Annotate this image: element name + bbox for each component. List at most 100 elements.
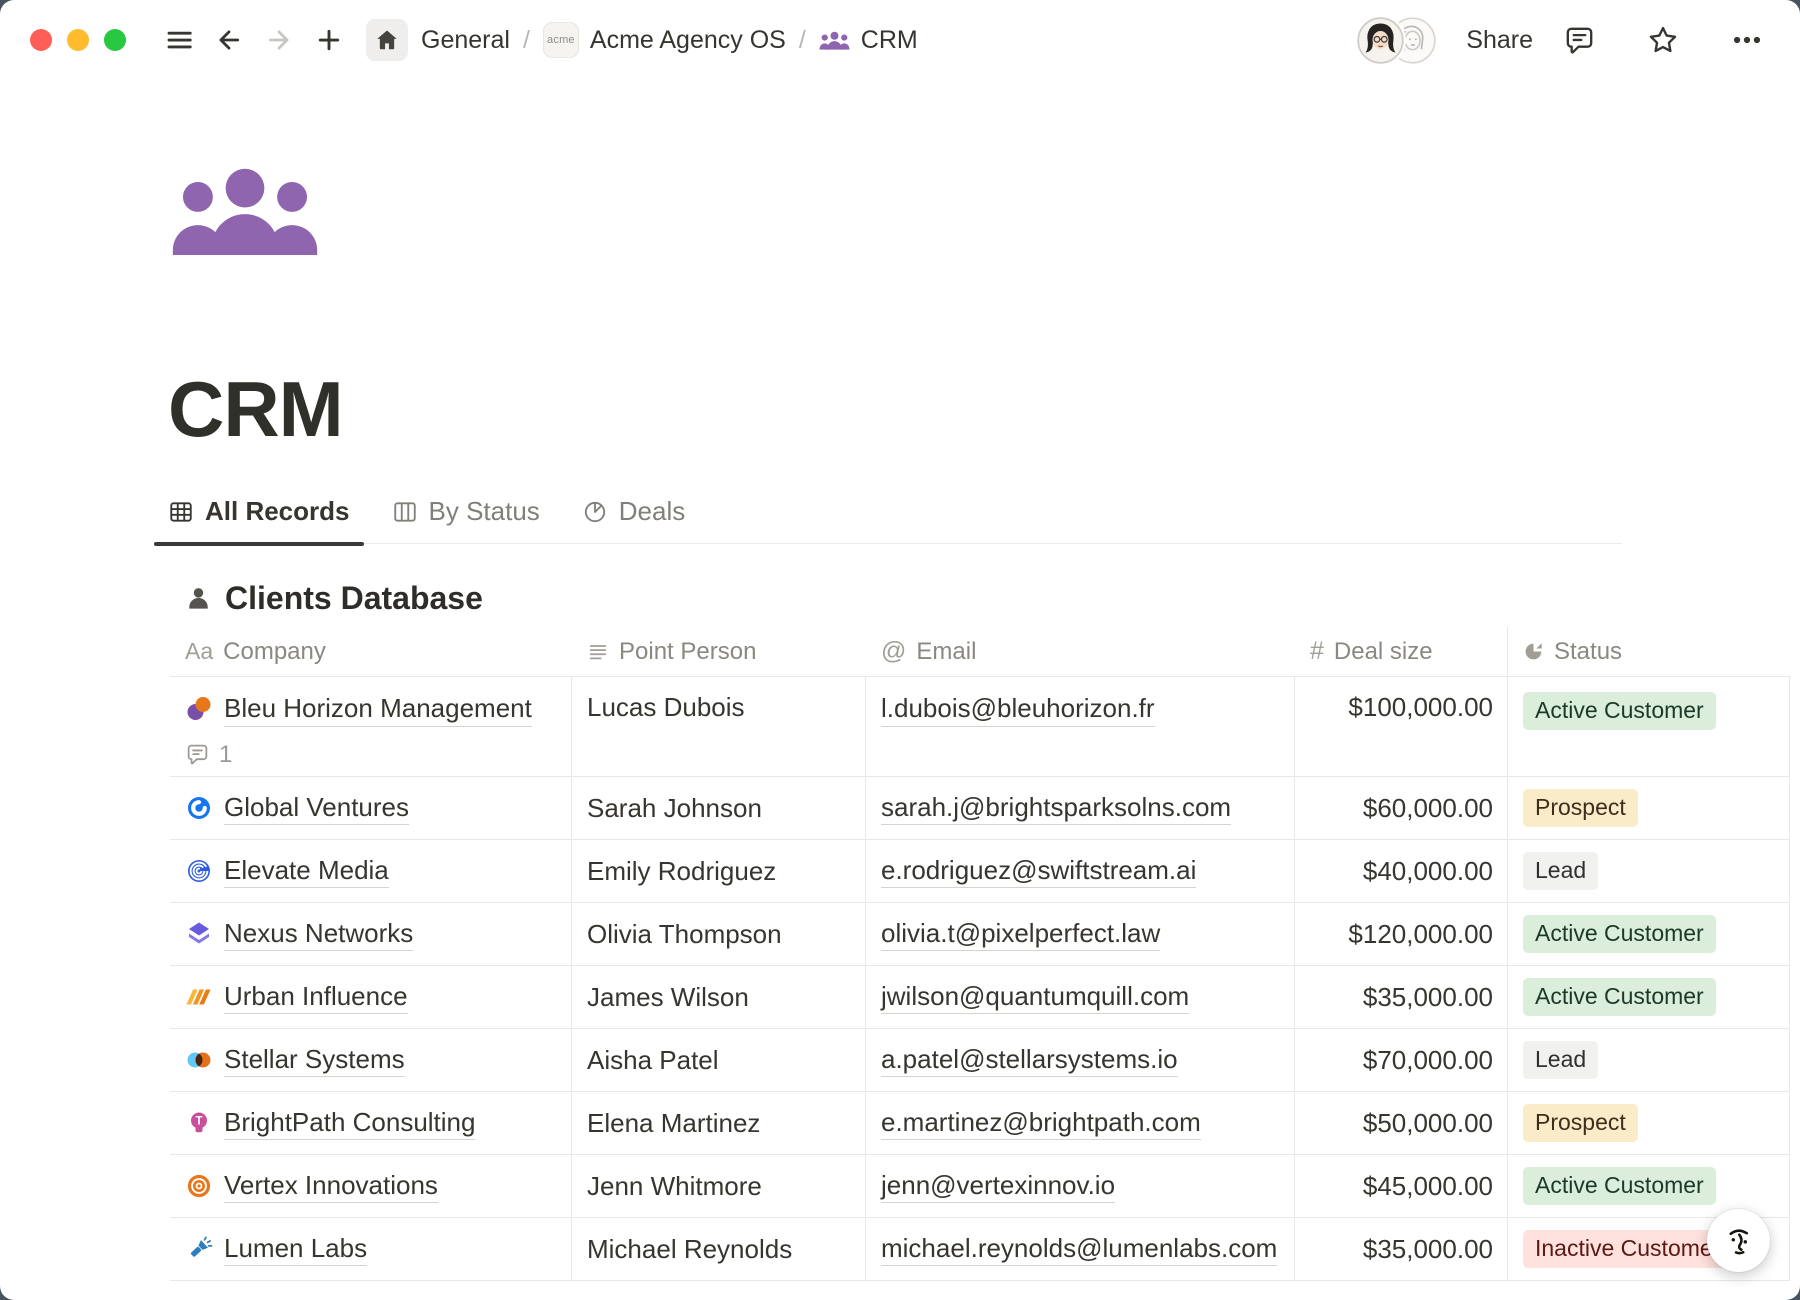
company-link[interactable]: Stellar Systems <box>224 1043 405 1078</box>
deal-size-cell[interactable]: $100,000.00 <box>1295 677 1508 776</box>
column-header-status[interactable]: Status <box>1508 627 1790 676</box>
status-cell[interactable]: Lead <box>1508 1029 1790 1091</box>
deal-size-cell[interactable]: $70,000.00 <box>1295 1029 1508 1091</box>
deal-size-cell[interactable]: $120,000.00 <box>1295 903 1508 965</box>
email-link[interactable]: sarah.j@brightsparksolns.com <box>881 791 1231 826</box>
status-badge[interactable]: Active Customer <box>1523 978 1716 1016</box>
breadcrumb-item-general[interactable]: General <box>421 26 510 55</box>
column-header-point-person[interactable]: Point Person <box>572 627 866 676</box>
status-badge[interactable]: Active Customer <box>1523 915 1716 953</box>
status-cell[interactable]: Active Customer <box>1508 1155 1790 1217</box>
tab-all-records[interactable]: All Records <box>154 496 364 543</box>
comment-count-wrap[interactable]: 1 <box>185 741 232 769</box>
company-cell[interactable]: Urban Influence <box>170 966 572 1028</box>
email-cell[interactable]: jenn@vertexinnov.io <box>866 1155 1295 1217</box>
email-link[interactable]: a.patel@stellarsystems.io <box>881 1043 1178 1078</box>
email-link[interactable]: michael.reynolds@lumenlabs.com <box>881 1232 1277 1267</box>
status-badge[interactable]: Active Customer <box>1523 692 1716 730</box>
company-cell[interactable]: Bleu Horizon Management 1 <box>170 677 572 776</box>
company-cell[interactable]: T BrightPath Consulting <box>170 1092 572 1154</box>
favorite-button[interactable] <box>1646 23 1680 57</box>
more-options-button[interactable] <box>1730 23 1764 57</box>
comments-button[interactable] <box>1563 24 1596 57</box>
back-button[interactable] <box>214 25 244 55</box>
status-badge[interactable]: Lead <box>1523 1041 1598 1079</box>
email-link[interactable]: l.dubois@bleuhorizon.fr <box>881 692 1155 727</box>
email-cell[interactable]: sarah.j@brightsparksolns.com <box>866 777 1295 839</box>
share-button[interactable]: Share <box>1466 26 1533 55</box>
company-cell[interactable]: Lumen Labs <box>170 1218 572 1280</box>
status-cell[interactable]: Lead <box>1508 840 1790 902</box>
ai-face-icon <box>1721 1223 1757 1259</box>
status-cell[interactable]: Active Customer <box>1508 677 1790 776</box>
email-cell[interactable]: olivia.t@pixelperfect.law <box>866 903 1295 965</box>
email-cell[interactable]: michael.reynolds@lumenlabs.com <box>866 1218 1295 1280</box>
email-link[interactable]: olivia.t@pixelperfect.law <box>881 917 1160 952</box>
zoom-window-button[interactable] <box>104 29 126 51</box>
status-badge[interactable]: Inactive Customer <box>1523 1230 1732 1268</box>
email-cell[interactable]: a.patel@stellarsystems.io <box>866 1029 1295 1091</box>
company-cell[interactable]: Global Ventures <box>170 777 572 839</box>
breadcrumb-item-crm[interactable]: CRM <box>819 26 918 55</box>
deal-size-cell[interactable]: $60,000.00 <box>1295 777 1508 839</box>
deal-size-cell[interactable]: $50,000.00 <box>1295 1092 1508 1154</box>
point-person-cell[interactable]: Elena Martinez <box>572 1092 866 1154</box>
new-page-button[interactable] <box>314 25 344 55</box>
forward-button[interactable] <box>264 25 294 55</box>
status-cell[interactable]: Active Customer <box>1508 966 1790 1028</box>
column-header-deal-size[interactable]: # Deal size <box>1295 627 1508 676</box>
deal-size-cell[interactable]: $40,000.00 <box>1295 840 1508 902</box>
breadcrumb-item-workspace[interactable]: acme Acme Agency OS <box>543 22 786 58</box>
status-badge[interactable]: Active Customer <box>1523 1167 1716 1205</box>
email-cell[interactable]: e.rodriguez@swiftstream.ai <box>866 840 1295 902</box>
minimize-window-button[interactable] <box>67 29 89 51</box>
status-cell[interactable]: Prospect <box>1508 777 1790 839</box>
status-badge[interactable]: Lead <box>1523 852 1598 890</box>
company-link[interactable]: Urban Influence <box>224 980 408 1015</box>
company-link[interactable]: Global Ventures <box>224 791 409 826</box>
company-cell[interactable]: Elevate Media <box>170 840 572 902</box>
company-link[interactable]: BrightPath Consulting <box>224 1106 475 1141</box>
close-window-button[interactable] <box>30 29 52 51</box>
email-cell[interactable]: jwilson@quantumquill.com <box>866 966 1295 1028</box>
collaborator-avatars[interactable] <box>1357 17 1436 64</box>
company-link[interactable]: Bleu Horizon Management <box>224 692 532 727</box>
point-person-cell[interactable]: James Wilson <box>572 966 866 1028</box>
notion-ai-button[interactable] <box>1707 1209 1770 1272</box>
email-link[interactable]: jwilson@quantumquill.com <box>881 980 1189 1015</box>
status-cell[interactable]: Active Customer <box>1508 903 1790 965</box>
sidebar-menu-button[interactable] <box>164 25 194 55</box>
company-link[interactable]: Elevate Media <box>224 854 389 889</box>
company-link[interactable]: Lumen Labs <box>224 1232 367 1267</box>
deal-size-cell[interactable]: $35,000.00 <box>1295 966 1508 1028</box>
email-cell[interactable]: l.dubois@bleuhorizon.fr <box>866 677 1295 776</box>
column-header-company[interactable]: Aa Company <box>170 627 572 676</box>
tab-by-status[interactable]: By Status <box>378 496 554 543</box>
email-link[interactable]: e.martinez@brightpath.com <box>881 1106 1201 1141</box>
deal-size-cell[interactable]: $35,000.00 <box>1295 1218 1508 1280</box>
point-person-cell[interactable]: Aisha Patel <box>572 1029 866 1091</box>
company-link[interactable]: Nexus Networks <box>224 917 413 952</box>
point-person-cell[interactable]: Emily Rodriguez <box>572 840 866 902</box>
company-link[interactable]: Vertex Innovations <box>224 1169 438 1204</box>
deal-size-cell[interactable]: $45,000.00 <box>1295 1155 1508 1217</box>
column-header-email[interactable]: @ Email <box>866 627 1295 676</box>
company-cell[interactable]: Vertex Innovations <box>170 1155 572 1217</box>
status-cell[interactable]: Prospect <box>1508 1092 1790 1154</box>
page-icon[interactable] <box>170 167 320 260</box>
status-badge[interactable]: Prospect <box>1523 789 1638 827</box>
point-person-cell[interactable]: Jenn Whitmore <box>572 1155 866 1217</box>
point-person-cell[interactable]: Olivia Thompson <box>572 903 866 965</box>
status-badge[interactable]: Prospect <box>1523 1104 1638 1142</box>
company-line: Urban Influence <box>185 980 408 1015</box>
company-cell[interactable]: Stellar Systems <box>170 1029 572 1091</box>
tab-deals[interactable]: Deals <box>568 496 699 543</box>
email-link[interactable]: e.rodriguez@swiftstream.ai <box>881 854 1196 889</box>
point-person-cell[interactable]: Lucas Dubois <box>572 677 866 776</box>
point-person-cell[interactable]: Sarah Johnson <box>572 777 866 839</box>
email-cell[interactable]: e.martinez@brightpath.com <box>866 1092 1295 1154</box>
home-button[interactable] <box>366 19 408 61</box>
email-link[interactable]: jenn@vertexinnov.io <box>881 1169 1115 1204</box>
company-cell[interactable]: Nexus Networks <box>170 903 572 965</box>
point-person-cell[interactable]: Michael Reynolds <box>572 1218 866 1280</box>
